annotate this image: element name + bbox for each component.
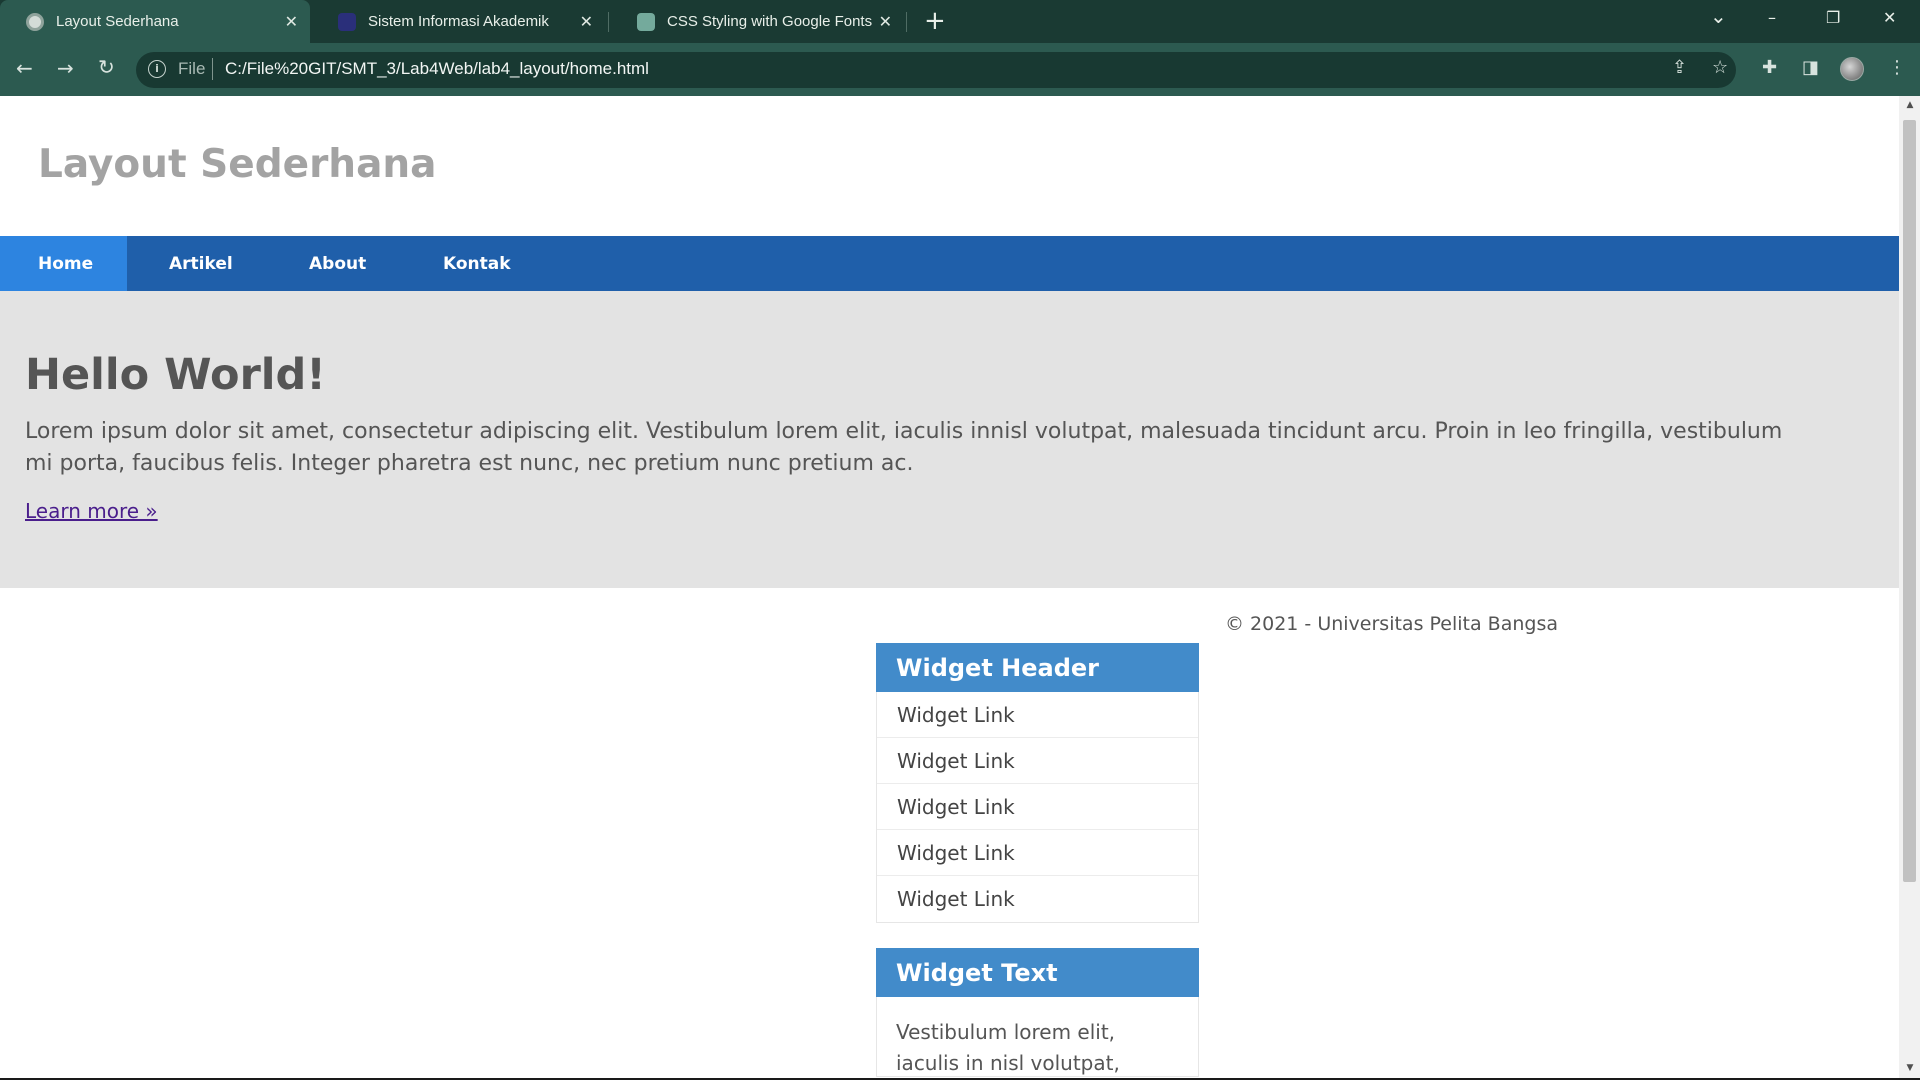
tab-search-dropdown-icon[interactable]: ⌄ [1710,4,1727,28]
globe-icon [26,12,44,31]
address-url[interactable]: C:/File%20GIT/SMT_3/Lab4Web/lab4_layout/… [225,59,649,79]
tab-css-styling-google-fonts[interactable]: CSS Styling with Google Fonts ✕ [611,0,904,43]
browser-tabstrip: Layout Sederhana ✕ Sistem Informasi Akad… [0,0,1920,43]
nav-kontak[interactable]: Kontak [443,236,511,291]
profile-avatar[interactable] [1840,57,1864,81]
nav-about[interactable]: About [309,236,366,291]
widget-link[interactable]: Widget Link [877,738,1198,784]
new-tab-button[interactable]: + [924,8,946,34]
extensions-puzzle-icon[interactable]: ✚ [1762,58,1777,78]
restore-button[interactable]: ❐ [1826,8,1840,27]
widget-link[interactable]: Widget Link [877,784,1198,830]
scrollbar-thumb[interactable] [1903,120,1916,882]
close-tab-icon[interactable]: ✕ [879,12,892,32]
scroll-up-arrow-icon[interactable]: ▲ [1904,100,1916,110]
close-tab-icon[interactable]: ✕ [580,12,593,32]
scroll-down-arrow-icon[interactable]: ▼ [1904,1063,1916,1073]
widget-link[interactable]: Widget Link [877,876,1198,922]
page-viewport: Layout Sederhana Home Artikel About Kont… [0,96,1899,1078]
widget-text-body: Vestibulum lorem elit, iaculis in nisl v… [876,997,1199,1077]
info-icon[interactable]: i [148,60,166,78]
university-logo-icon [338,12,356,31]
hero-heading: Hello World! [25,350,326,400]
tab-title: CSS Styling with Google Fonts [667,13,873,30]
back-arrow-icon[interactable]: ← [16,58,33,78]
widget-link[interactable]: Widget Link [877,830,1198,876]
nav-home[interactable]: Home [0,236,127,291]
widget-text: Widget Text Vestibulum lorem elit, iacul… [876,948,1199,1077]
chatgpt-icon [637,12,655,31]
address-scheme-label: File [178,59,206,78]
tab-separator [906,12,907,32]
close-window-button[interactable]: ✕ [1883,8,1896,27]
nav-artikel[interactable]: Artikel [169,236,233,291]
tab-layout-sederhana[interactable]: Layout Sederhana ✕ [0,0,310,43]
site-title: Layout Sederhana [38,142,437,187]
reload-icon[interactable]: ↻ [98,57,115,77]
tab-title: Layout Sederhana [56,13,179,30]
tab-title: Sistem Informasi Akademik [368,13,549,30]
widget-text-title: Widget Text [876,948,1199,997]
bookmark-star-icon[interactable]: ☆ [1712,58,1728,78]
share-icon[interactable]: ⇪ [1672,58,1687,78]
widget-link[interactable]: Widget Link [877,692,1198,738]
hero-text: Lorem ipsum dolor sit amet, consectetur … [25,419,1783,476]
minimize-button[interactable]: – [1768,8,1776,27]
side-panel-icon[interactable]: ◨ [1802,58,1819,78]
more-menu-icon[interactable]: ⋮ [1888,58,1906,78]
tab-sistem-informasi-akademik[interactable]: Sistem Informasi Akademik ✕ [312,0,605,43]
address-separator [212,58,213,80]
main-navigation: Home Artikel About Kontak [0,236,1899,291]
widget-links: Widget Header Widget Link Widget Link Wi… [876,643,1199,923]
tab-separator [608,12,609,32]
forward-arrow-icon[interactable]: → [57,58,74,78]
learn-more-link[interactable]: Learn more » [25,499,158,523]
widget-header-title: Widget Header [876,643,1199,692]
copyright-text: © 2021 - Universitas Pelita Bangsa [1225,613,1558,635]
widget-link-list: Widget Link Widget Link Widget Link Widg… [876,692,1199,923]
hero-section: Hello World! Lorem ipsum dolor sit amet,… [0,291,1899,588]
close-tab-icon[interactable]: ✕ [285,12,298,32]
